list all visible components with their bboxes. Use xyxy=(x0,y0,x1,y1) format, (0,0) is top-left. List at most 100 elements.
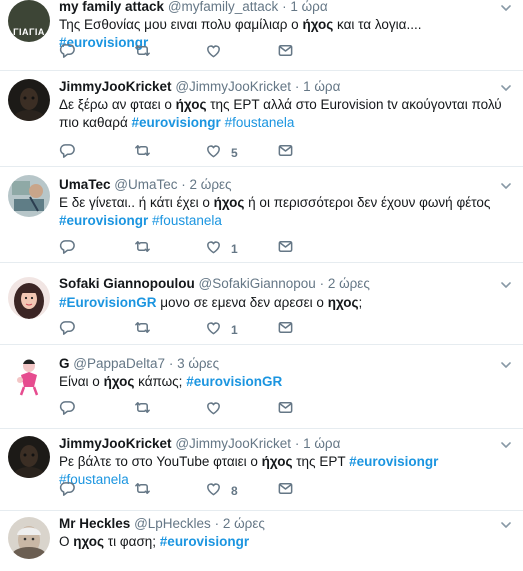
reply-button[interactable] xyxy=(59,482,76,500)
avatar[interactable] xyxy=(8,436,50,478)
avatar[interactable] xyxy=(8,517,50,559)
envelope-icon xyxy=(277,399,294,421)
tweet[interactable]: ΓΙΑΓΙΑ my family attack @myfamily_attack … xyxy=(0,0,523,71)
dm-button[interactable] xyxy=(277,321,294,339)
dm-button[interactable] xyxy=(277,482,294,500)
user-handle[interactable]: @UmaTec xyxy=(114,177,177,192)
chevron-down-icon[interactable] xyxy=(499,358,513,372)
reply-button[interactable] xyxy=(59,401,76,419)
separator-dot: · xyxy=(319,276,325,291)
chevron-down-icon[interactable] xyxy=(499,438,513,452)
hashtag-link[interactable]: #eurovisiongr xyxy=(349,454,438,469)
dm-button[interactable] xyxy=(277,401,294,419)
envelope-icon xyxy=(277,142,294,164)
retweet-button[interactable] xyxy=(134,321,151,339)
text-segment: και τα λογια.... xyxy=(333,17,422,32)
user-name[interactable]: Mr Heckles xyxy=(59,516,130,531)
reply-button[interactable] xyxy=(59,321,76,339)
reply-button[interactable] xyxy=(59,240,76,258)
retweet-button[interactable] xyxy=(134,482,151,500)
tweet-text: Ε δε γίνεται.. ή κάτι έχει ο ήχος ή οι π… xyxy=(59,194,503,230)
user-handle[interactable]: @JimmyJooKricket xyxy=(175,436,291,451)
envelope-icon xyxy=(277,480,294,502)
user-name[interactable]: my family attack xyxy=(59,0,164,14)
tweet-header: JimmyJooKricket @JimmyJooKricket · 1 ώρα xyxy=(59,78,489,96)
like-button[interactable]: 8 xyxy=(205,482,238,500)
like-button[interactable]: 1 xyxy=(205,240,238,258)
user-name[interactable]: Sofaki Giannopoulou xyxy=(59,276,195,291)
reply-button[interactable] xyxy=(59,144,76,162)
chevron-down-icon[interactable] xyxy=(499,1,513,15)
user-handle[interactable]: @myfamily_attack xyxy=(168,0,278,14)
user-name[interactable]: UmaTec xyxy=(59,177,111,192)
retweet-button[interactable] xyxy=(134,401,151,419)
hashtag-link[interactable]: #eurovisiongr xyxy=(132,115,221,130)
chevron-down-icon[interactable] xyxy=(499,179,513,193)
heart-icon xyxy=(205,238,222,260)
user-handle[interactable]: @PappaDelta7 xyxy=(73,356,165,371)
retweet-button[interactable] xyxy=(134,44,151,62)
avatar[interactable] xyxy=(8,277,50,319)
tweet-text: Ο ηχος τι φαση; #eurovisiongr xyxy=(59,533,503,551)
tweet-header: Mr Heckles @LpHeckles · 2 ώρες xyxy=(59,515,489,533)
tweet[interactable]: G @PappaDelta7 · 3 ώρες Είναι ο ήχος κάπω… xyxy=(0,345,523,429)
text-segment: κάπως; xyxy=(134,374,187,389)
tweet[interactable]: JimmyJooKricket @JimmyJooKricket · 1 ώρα… xyxy=(0,71,523,167)
envelope-icon xyxy=(277,319,294,341)
retweet-button[interactable] xyxy=(134,144,151,162)
avatar[interactable] xyxy=(8,79,50,121)
timestamp[interactable]: 2 ώρες xyxy=(190,177,232,192)
timestamp[interactable]: 3 ώρες xyxy=(177,356,219,371)
text-segment: Δε ξέρω αν φταει ο xyxy=(59,97,176,112)
reply-icon xyxy=(59,480,76,502)
text-segment: Της Εσθονίας μου ειναι πολυ φαμίλιαρ ο xyxy=(59,17,303,32)
chevron-down-icon[interactable] xyxy=(499,278,513,292)
user-name[interactable]: G xyxy=(59,356,70,371)
timestamp[interactable]: 1 ώρα xyxy=(303,79,340,94)
hashtag-link[interactable]: #eurovisiongr xyxy=(59,213,148,228)
tweet[interactable]: JimmyJooKricket @JimmyJooKricket · 1 ώρα… xyxy=(0,429,523,511)
tweet-actions xyxy=(59,401,319,419)
hashtag-link[interactable]: #EurovisionGR xyxy=(59,295,157,310)
dm-button[interactable] xyxy=(277,144,294,162)
timestamp[interactable]: 1 ώρα xyxy=(303,436,340,451)
tweet[interactable]: Sofaki Giannopoulou @SofakiGiannopou · 2… xyxy=(0,263,523,345)
hashtag-link[interactable]: #eurovisionGR xyxy=(186,374,282,389)
heart-icon xyxy=(205,142,222,164)
retweet-icon xyxy=(134,319,151,341)
like-button[interactable]: 5 xyxy=(205,144,238,162)
text-segment: ; xyxy=(358,295,363,310)
timestamp[interactable]: 1 ώρα xyxy=(290,0,327,14)
user-name[interactable]: JimmyJooKricket xyxy=(59,79,172,94)
tweet-text: Δε ξέρω αν φταει ο ήχος της ΕΡΤ αλλά στο… xyxy=(59,96,503,132)
tweet-actions: 1 xyxy=(59,321,319,339)
user-handle[interactable]: @JimmyJooKricket xyxy=(175,79,291,94)
timestamp[interactable]: 2 ώρες xyxy=(223,516,265,531)
like-count: 1 xyxy=(231,323,238,337)
retweet-button[interactable] xyxy=(134,240,151,258)
dm-button[interactable] xyxy=(277,44,294,62)
tweet[interactable]: Mr Heckles @LpHeckles · 2 ώρες Ο ηχος τι … xyxy=(0,511,523,571)
avatar[interactable]: ΓΙΑΓΙΑ xyxy=(8,0,50,42)
user-handle[interactable]: @LpHeckles xyxy=(134,516,211,531)
hashtag-link[interactable]: #foustanela xyxy=(152,213,222,228)
timestamp[interactable]: 2 ώρες xyxy=(328,276,370,291)
hashtag-link[interactable]: #foustanela xyxy=(225,115,295,130)
tweet[interactable]: UmaTec @UmaTec · 2 ώρες Ε δε γίνεται.. ή … xyxy=(0,167,523,263)
reply-button[interactable] xyxy=(59,44,76,62)
like-button[interactable] xyxy=(205,401,231,419)
like-button[interactable] xyxy=(205,44,231,62)
separator-dot: · xyxy=(168,356,174,371)
chevron-down-icon[interactable] xyxy=(499,81,513,95)
like-count: 1 xyxy=(231,242,238,256)
user-handle[interactable]: @SofakiGiannopou xyxy=(199,276,316,291)
tweet-actions: 8 xyxy=(59,482,319,500)
avatar[interactable] xyxy=(8,175,50,217)
hashtag-link[interactable]: #eurovisiongr xyxy=(160,534,249,549)
dm-button[interactable] xyxy=(277,240,294,258)
chevron-down-icon[interactable] xyxy=(499,518,513,532)
avatar[interactable] xyxy=(8,355,50,397)
like-button[interactable]: 1 xyxy=(205,321,238,339)
user-name[interactable]: JimmyJooKricket xyxy=(59,436,172,451)
separator-dot: · xyxy=(181,177,186,192)
